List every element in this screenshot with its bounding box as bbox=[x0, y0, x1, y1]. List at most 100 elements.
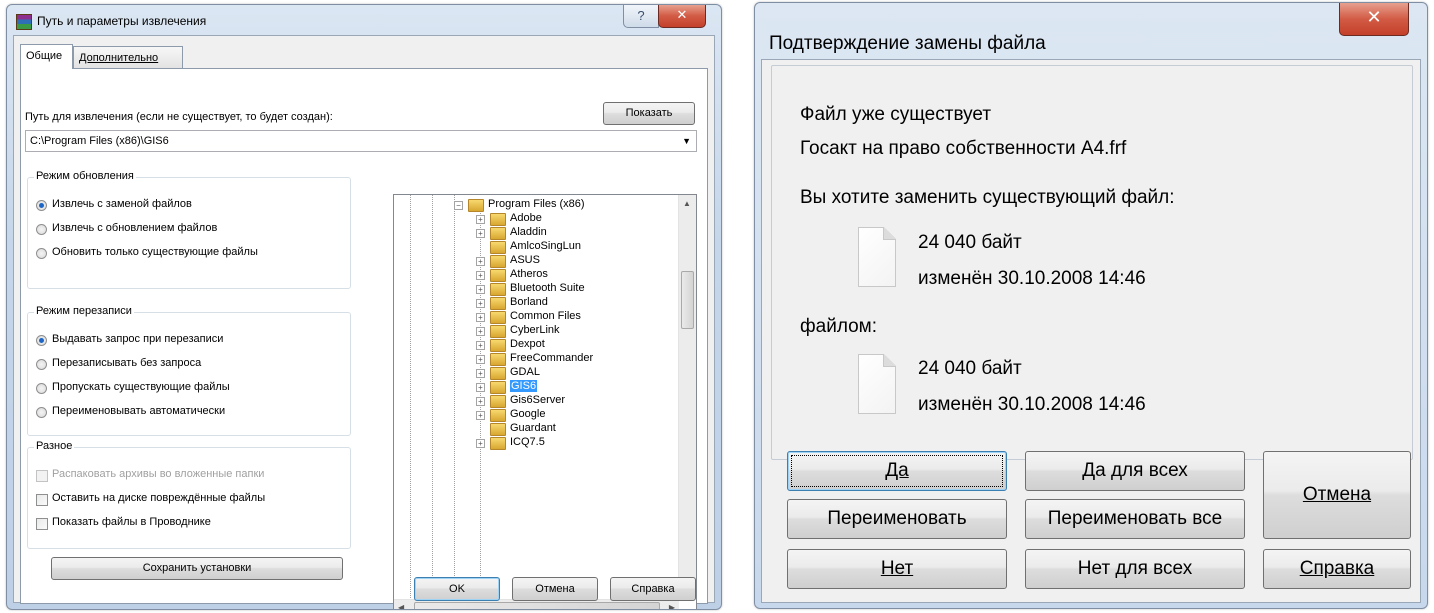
radio-auto-rename[interactable] bbox=[36, 407, 47, 418]
radio-ask-overwrite-label[interactable]: Выдавать запрос при перезаписи bbox=[52, 333, 223, 345]
close-button[interactable]: ✕ bbox=[658, 5, 706, 28]
radio-skip-existing-label[interactable]: Пропускать существующие файлы bbox=[52, 381, 230, 393]
radio-extract-update-label[interactable]: Извлечь с обновлением файлов bbox=[52, 222, 217, 234]
tree-expand-icon[interactable]: + bbox=[476, 341, 485, 350]
radio-overwrite-silent-label[interactable]: Перезаписывать без запроса bbox=[52, 357, 201, 369]
existing-file-size: 24 040 байт bbox=[918, 232, 1022, 253]
help-button[interactable]: Справка bbox=[610, 577, 696, 601]
tree-expand-icon[interactable]: + bbox=[476, 411, 485, 420]
show-button[interactable]: Показать bbox=[603, 102, 695, 125]
yes-all-button[interactable]: Да для всех bbox=[1025, 451, 1245, 491]
path-combobox[interactable]: C:\Program Files (x86)\GIS6 ▼ bbox=[25, 130, 697, 152]
radio-update-existing[interactable] bbox=[36, 248, 47, 259]
tab-advanced[interactable]: Дополнительно bbox=[73, 46, 183, 68]
tree-expand-icon[interactable]: + bbox=[476, 229, 485, 238]
radio-extract-update[interactable] bbox=[36, 224, 47, 235]
rename-button-label: Переименовать bbox=[827, 508, 967, 529]
overwrite-mode-group: Режим перезаписи Выдавать запрос при пер… bbox=[27, 305, 351, 436]
ok-button[interactable]: OK bbox=[414, 577, 500, 601]
scroll-right-icon[interactable]: ▶ bbox=[669, 603, 675, 609]
dropdown-arrow-icon[interactable]: ▼ bbox=[682, 131, 691, 151]
existing-file-date: изменён 30.10.2008 14:46 bbox=[918, 268, 1146, 289]
new-file-size: 24 040 байт bbox=[918, 358, 1022, 379]
tree-expand-icon[interactable]: + bbox=[476, 313, 485, 322]
tree-item-label: CyberLink bbox=[510, 324, 560, 336]
radio-auto-rename-label[interactable]: Переименовывать автоматически bbox=[52, 405, 225, 417]
new-file-date: изменён 30.10.2008 14:46 bbox=[918, 394, 1146, 415]
folder-tree[interactable]: − Program Files (x86) + Adobe + Aladdin AmlcoS… bbox=[393, 194, 697, 609]
help-button-label: Справка bbox=[1299, 558, 1375, 579]
focus-ring bbox=[791, 455, 1003, 487]
title-bar: Подтверждение замены файла ✕ bbox=[755, 3, 1427, 59]
folder-icon bbox=[490, 395, 506, 408]
extract-options-window: Путь и параметры извлечения ? ✕ Общие До… bbox=[6, 4, 722, 610]
no-button-label: Нет bbox=[880, 558, 914, 579]
tree-expand-icon[interactable]: + bbox=[476, 439, 485, 448]
tree-expand-icon[interactable]: + bbox=[476, 397, 485, 406]
save-settings-button[interactable]: Сохранить установки bbox=[51, 557, 343, 580]
tree-item-label: Borland bbox=[510, 296, 548, 308]
tree-guide-line bbox=[454, 195, 455, 598]
help-button[interactable]: Справка bbox=[1263, 549, 1411, 589]
checkbox-extract-nested-label: Распаковать архивы во вложенные папки bbox=[52, 468, 265, 480]
cancel-button[interactable]: Отмена bbox=[512, 577, 598, 601]
tree-item-label: Common Files bbox=[510, 310, 581, 322]
rename-button[interactable]: Переименовать bbox=[787, 499, 1007, 539]
scroll-thumb[interactable] bbox=[414, 602, 660, 609]
close-button[interactable]: ✕ bbox=[1339, 3, 1409, 36]
tree-collapse-icon[interactable]: − bbox=[454, 201, 463, 210]
folder-icon bbox=[490, 437, 506, 450]
radio-ask-overwrite[interactable] bbox=[36, 335, 47, 346]
file-info-panel: Файл уже существует Госакт на право собс… bbox=[771, 65, 1413, 460]
radio-update-existing-label[interactable]: Обновить только существующие файлы bbox=[52, 246, 258, 258]
replace-question: Вы хотите заменить существующий файл: bbox=[800, 187, 1175, 208]
scroll-up-icon[interactable]: ▲ bbox=[683, 199, 691, 208]
scroll-thumb[interactable] bbox=[681, 271, 694, 329]
no-all-button-label: Нет для всех bbox=[1077, 558, 1193, 579]
tree-expand-icon[interactable]: + bbox=[476, 285, 485, 294]
checkbox-show-in-explorer-label[interactable]: Показать файлы в Проводнике bbox=[52, 516, 211, 528]
radio-extract-replace-label[interactable]: Извлечь с заменой файлов bbox=[52, 198, 192, 210]
tree-expand-icon[interactable]: + bbox=[476, 299, 485, 308]
misc-group: Разное Распаковать архивы во вложенные п… bbox=[27, 440, 351, 549]
tree-expand-icon[interactable]: + bbox=[476, 215, 485, 224]
folder-icon bbox=[490, 297, 506, 310]
tree-expand-icon[interactable]: + bbox=[476, 369, 485, 378]
path-label: Путь для извлечения (если не существует,… bbox=[25, 111, 333, 123]
scroll-left-icon[interactable]: ◀ bbox=[398, 603, 404, 609]
vertical-scrollbar[interactable]: ▲▼ bbox=[678, 195, 696, 598]
help-caption-button[interactable]: ? bbox=[623, 5, 659, 28]
tree-expand-icon[interactable]: + bbox=[476, 383, 485, 392]
tree-item-label: Dexpot bbox=[510, 338, 545, 350]
no-button[interactable]: Нет bbox=[787, 549, 1007, 589]
tree-item[interactable]: ICQ7.5 bbox=[510, 434, 545, 451]
folder-icon bbox=[490, 213, 506, 226]
no-all-button[interactable]: Нет для всех bbox=[1025, 549, 1245, 589]
folder-icon bbox=[490, 241, 506, 254]
tab-general[interactable]: Общие bbox=[20, 44, 73, 69]
folder-icon bbox=[490, 423, 506, 436]
tab-advanced-label: Дополнительно bbox=[79, 52, 159, 64]
tree-expand-icon[interactable]: + bbox=[476, 327, 485, 336]
tree-item-label: Bluetooth Suite bbox=[510, 282, 585, 294]
folder-icon bbox=[490, 381, 506, 394]
rename-all-button-label: Переименовать все bbox=[1047, 508, 1223, 529]
radio-skip-existing[interactable] bbox=[36, 383, 47, 394]
winrar-app-icon bbox=[16, 14, 32, 30]
folder-icon bbox=[490, 283, 506, 296]
checkbox-keep-broken[interactable] bbox=[36, 494, 48, 506]
radio-extract-replace[interactable] bbox=[36, 200, 47, 211]
checkbox-show-in-explorer[interactable] bbox=[36, 518, 48, 530]
tree-expand-icon[interactable]: + bbox=[476, 271, 485, 280]
tree-expand-icon[interactable]: + bbox=[476, 355, 485, 364]
tree-item-label: FreeCommander bbox=[510, 352, 594, 364]
cancel-button[interactable]: Отмена bbox=[1263, 451, 1411, 539]
tree-expand-icon[interactable]: + bbox=[476, 257, 485, 266]
radio-overwrite-silent[interactable] bbox=[36, 359, 47, 370]
dialog-client-area: Общие Дополнительно Путь для извлечения … bbox=[13, 35, 715, 609]
confirm-replace-window: Подтверждение замены файла ✕ Файл уже су… bbox=[754, 2, 1428, 609]
tree-item-label: ASUS bbox=[510, 254, 540, 266]
checkbox-keep-broken-label[interactable]: Оставить на диске повреждённые файлы bbox=[52, 492, 265, 504]
update-mode-group: Режим обновления Извлечь с заменой файло… bbox=[27, 170, 351, 289]
rename-all-button[interactable]: Переименовать все bbox=[1025, 499, 1245, 539]
